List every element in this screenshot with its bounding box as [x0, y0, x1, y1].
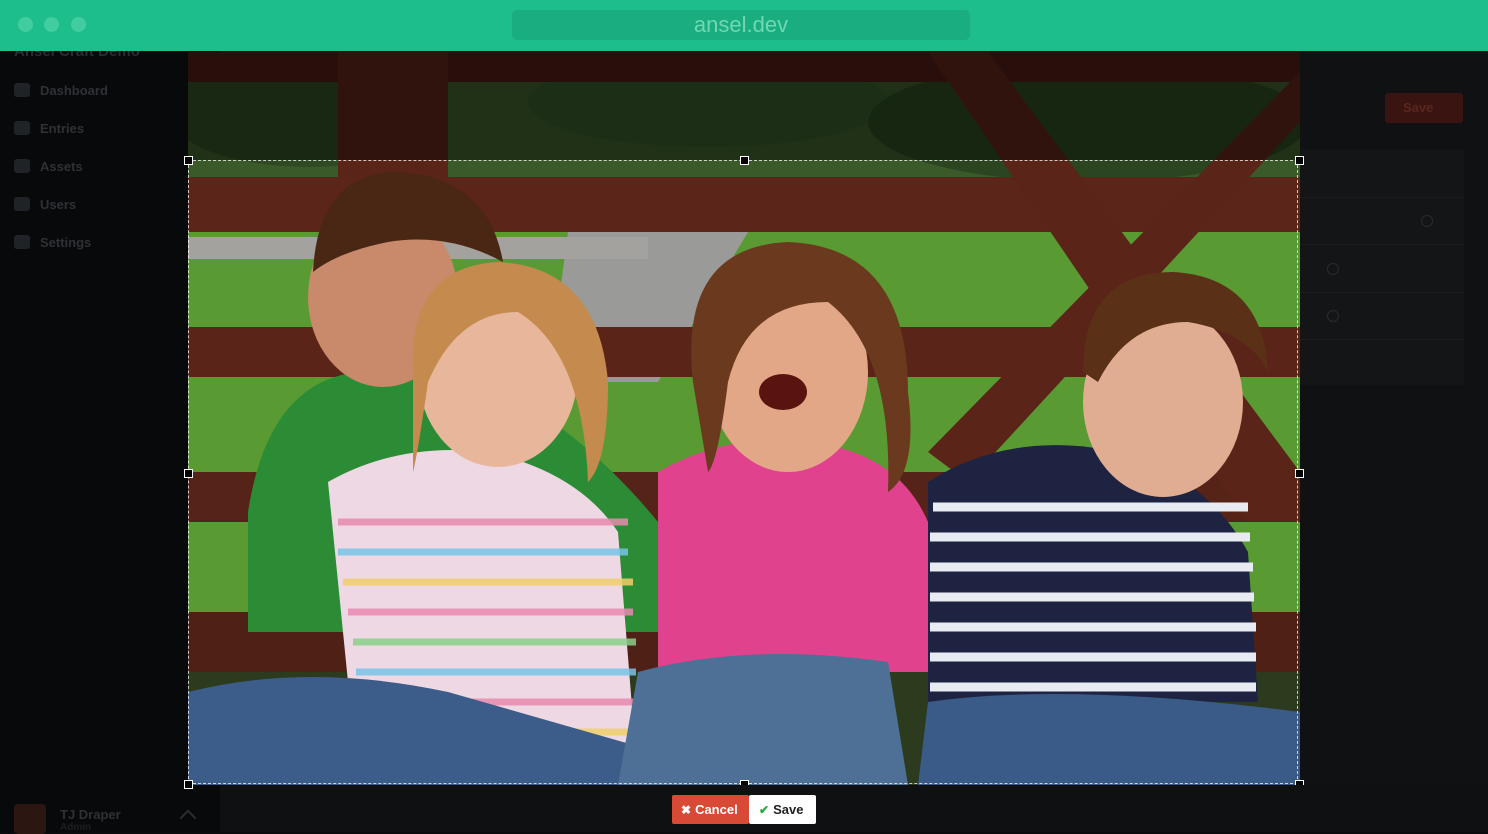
panel-divider	[1300, 244, 1464, 245]
save-button[interactable]: ✔ Save	[749, 795, 816, 824]
chevron-up-icon	[179, 809, 197, 827]
details-panel	[1300, 149, 1464, 385]
clock-icon	[1327, 263, 1339, 275]
cancel-label: Cancel	[695, 802, 738, 817]
sidebar-item-label: Entries	[40, 121, 85, 136]
sidebar-item-label: Users	[40, 197, 77, 212]
dashboard-icon	[14, 83, 30, 97]
crop-outside-overlay	[188, 52, 1300, 160]
sidebar-item-label: Assets	[40, 159, 83, 174]
sidebar: Ansel Craft Demo Dashboard Entries Asset…	[0, 43, 220, 834]
browser-titlebar: ansel.dev	[0, 0, 1488, 51]
sidebar-item-settings[interactable]: Settings	[14, 232, 91, 254]
save-label: Save	[773, 802, 804, 817]
gear-icon	[14, 235, 30, 249]
avatar	[14, 804, 46, 834]
sidebar-item-entries[interactable]: Entries	[14, 118, 84, 140]
user-name: TJ Draper	[60, 807, 121, 822]
window-zoom-dot[interactable]	[71, 17, 86, 32]
users-icon	[14, 197, 30, 211]
panel-divider	[1300, 197, 1464, 198]
crop-handle-top[interactable]	[740, 156, 749, 165]
user-role: Admin	[60, 822, 92, 833]
panel-divider	[1300, 292, 1464, 293]
close-icon: ✖	[681, 803, 692, 817]
page-save-button[interactable]: Save	[1385, 93, 1463, 123]
sidebar-item-label: Dashboard	[40, 83, 108, 98]
window-minimize-dot[interactable]	[44, 17, 59, 32]
settings-icon	[1421, 215, 1433, 227]
sidebar-item-dashboard[interactable]: Dashboard	[14, 80, 108, 102]
crop-handle-top-left[interactable]	[184, 156, 193, 165]
crop-handle-right[interactable]	[1295, 469, 1304, 478]
panel-divider	[1300, 339, 1464, 340]
clock-icon	[1327, 310, 1339, 322]
crop-handle-left[interactable]	[184, 469, 193, 478]
editor-toolbar	[220, 785, 1488, 832]
address-bar[interactable]: ansel.dev	[512, 10, 970, 40]
sidebar-item-assets[interactable]: Assets	[14, 156, 83, 178]
sidebar-item-label: Settings	[40, 235, 92, 250]
cancel-button[interactable]: ✖ Cancel	[672, 795, 749, 824]
crop-handle-bottom-left[interactable]	[184, 780, 193, 789]
window-close-dot[interactable]	[18, 17, 33, 32]
crop-selection[interactable]	[188, 160, 1298, 784]
crop-handle-top-right[interactable]	[1295, 156, 1304, 165]
sidebar-item-users[interactable]: Users	[14, 194, 76, 216]
check-icon: ✔	[759, 803, 770, 817]
entries-icon	[14, 121, 30, 135]
assets-icon	[14, 159, 30, 173]
